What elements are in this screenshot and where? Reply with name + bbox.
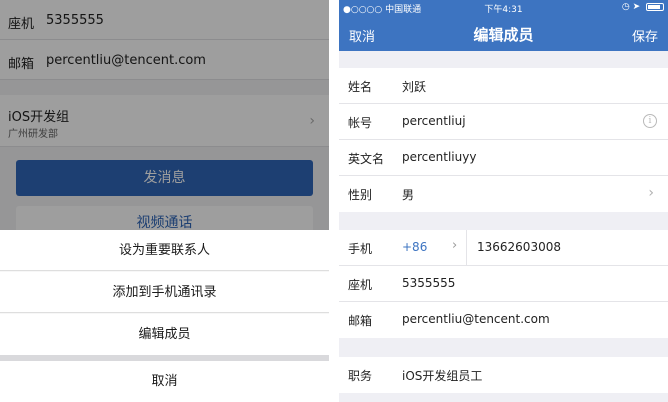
status-bar: ●○○○○ 中国联通 下午4:31 ◷ ➤ bbox=[339, 0, 668, 16]
field-label: 姓名 bbox=[348, 80, 373, 94]
english-name-row[interactable]: 英文名 percentliuyy bbox=[339, 140, 668, 176]
add-to-phone-contacts-button[interactable]: 添加到手机通讯录 bbox=[0, 272, 329, 313]
nav-bar: ●○○○○ 中国联通 下午4:31 ◷ ➤ 取消 编辑成员 保存 bbox=[339, 0, 668, 51]
contact-detail-panel: 座机 5355555 邮箱 percentliu@tencent.com iOS… bbox=[0, 0, 329, 402]
chevron-right-icon: › bbox=[452, 238, 458, 253]
field-label: 性别 bbox=[348, 188, 373, 202]
account-row: 帐号 percentliuj i bbox=[339, 104, 668, 140]
email-row[interactable]: 邮箱 percentliu@tencent.com bbox=[339, 302, 668, 338]
edit-member-screen: ●○○○○ 中国联通 下午4:31 ◷ ➤ 取消 编辑成员 保存 姓名 刘跃 帐… bbox=[339, 0, 668, 402]
mobile-row: 手机 +86 › 13662603008 bbox=[339, 230, 668, 266]
chevron-right-icon: › bbox=[648, 185, 654, 201]
edit-member-button[interactable]: 编辑成员 bbox=[0, 314, 329, 355]
name-field[interactable]: 刘跃 bbox=[402, 78, 426, 95]
save-button[interactable]: 保存 bbox=[632, 26, 658, 45]
name-row[interactable]: 姓名 刘跃 bbox=[339, 68, 668, 104]
field-label: 邮箱 bbox=[348, 314, 373, 328]
field-label: 职务 bbox=[348, 369, 373, 383]
location-arrow-icon: ➤ bbox=[632, 2, 641, 12]
gender-row[interactable]: 性别 男 › bbox=[339, 176, 668, 212]
mobile-number-field[interactable]: 13662603008 bbox=[477, 240, 561, 254]
alarm-icon: ◷ bbox=[621, 2, 630, 12]
page-title: 编辑成员 bbox=[473, 26, 534, 44]
position-field[interactable]: iOS开发组员工 bbox=[402, 367, 482, 384]
system-icons: ◷ ➤ bbox=[622, 2, 664, 12]
field-label: 手机 bbox=[348, 242, 373, 256]
country-code-selector[interactable]: +86 bbox=[402, 240, 427, 254]
action-sheet: 设为重要联系人 添加到手机通讯录 编辑成员 取消 bbox=[0, 230, 329, 402]
basic-info-group: 姓名 刘跃 帐号 percentliuj i 英文名 percentliuyy … bbox=[339, 68, 668, 212]
landline-field[interactable]: 5355555 bbox=[402, 276, 455, 290]
field-label: 座机 bbox=[348, 278, 373, 292]
job-info-group: 职务 iOS开发组员工 bbox=[339, 357, 668, 393]
account-value: percentliuj bbox=[402, 114, 466, 128]
battery-icon bbox=[646, 2, 664, 11]
set-important-contact-button[interactable]: 设为重要联系人 bbox=[0, 230, 329, 271]
contact-info-group: 手机 +86 › 13662603008 座机 5355555 邮箱 perce… bbox=[339, 230, 668, 338]
gender-value: 男 bbox=[402, 188, 415, 202]
english-name-field[interactable]: percentliuyy bbox=[402, 150, 476, 164]
divider bbox=[466, 230, 467, 266]
landline-row[interactable]: 座机 5355555 bbox=[339, 266, 668, 302]
position-row[interactable]: 职务 iOS开发组员工 bbox=[339, 357, 668, 393]
email-field[interactable]: percentliu@tencent.com bbox=[402, 312, 550, 326]
field-label: 帐号 bbox=[348, 116, 373, 130]
panel-divider bbox=[329, 0, 339, 402]
info-icon[interactable]: i bbox=[643, 114, 657, 128]
cancel-button[interactable]: 取消 bbox=[0, 361, 329, 402]
status-time: 下午4:31 bbox=[484, 5, 523, 15]
field-label: 英文名 bbox=[348, 152, 385, 166]
